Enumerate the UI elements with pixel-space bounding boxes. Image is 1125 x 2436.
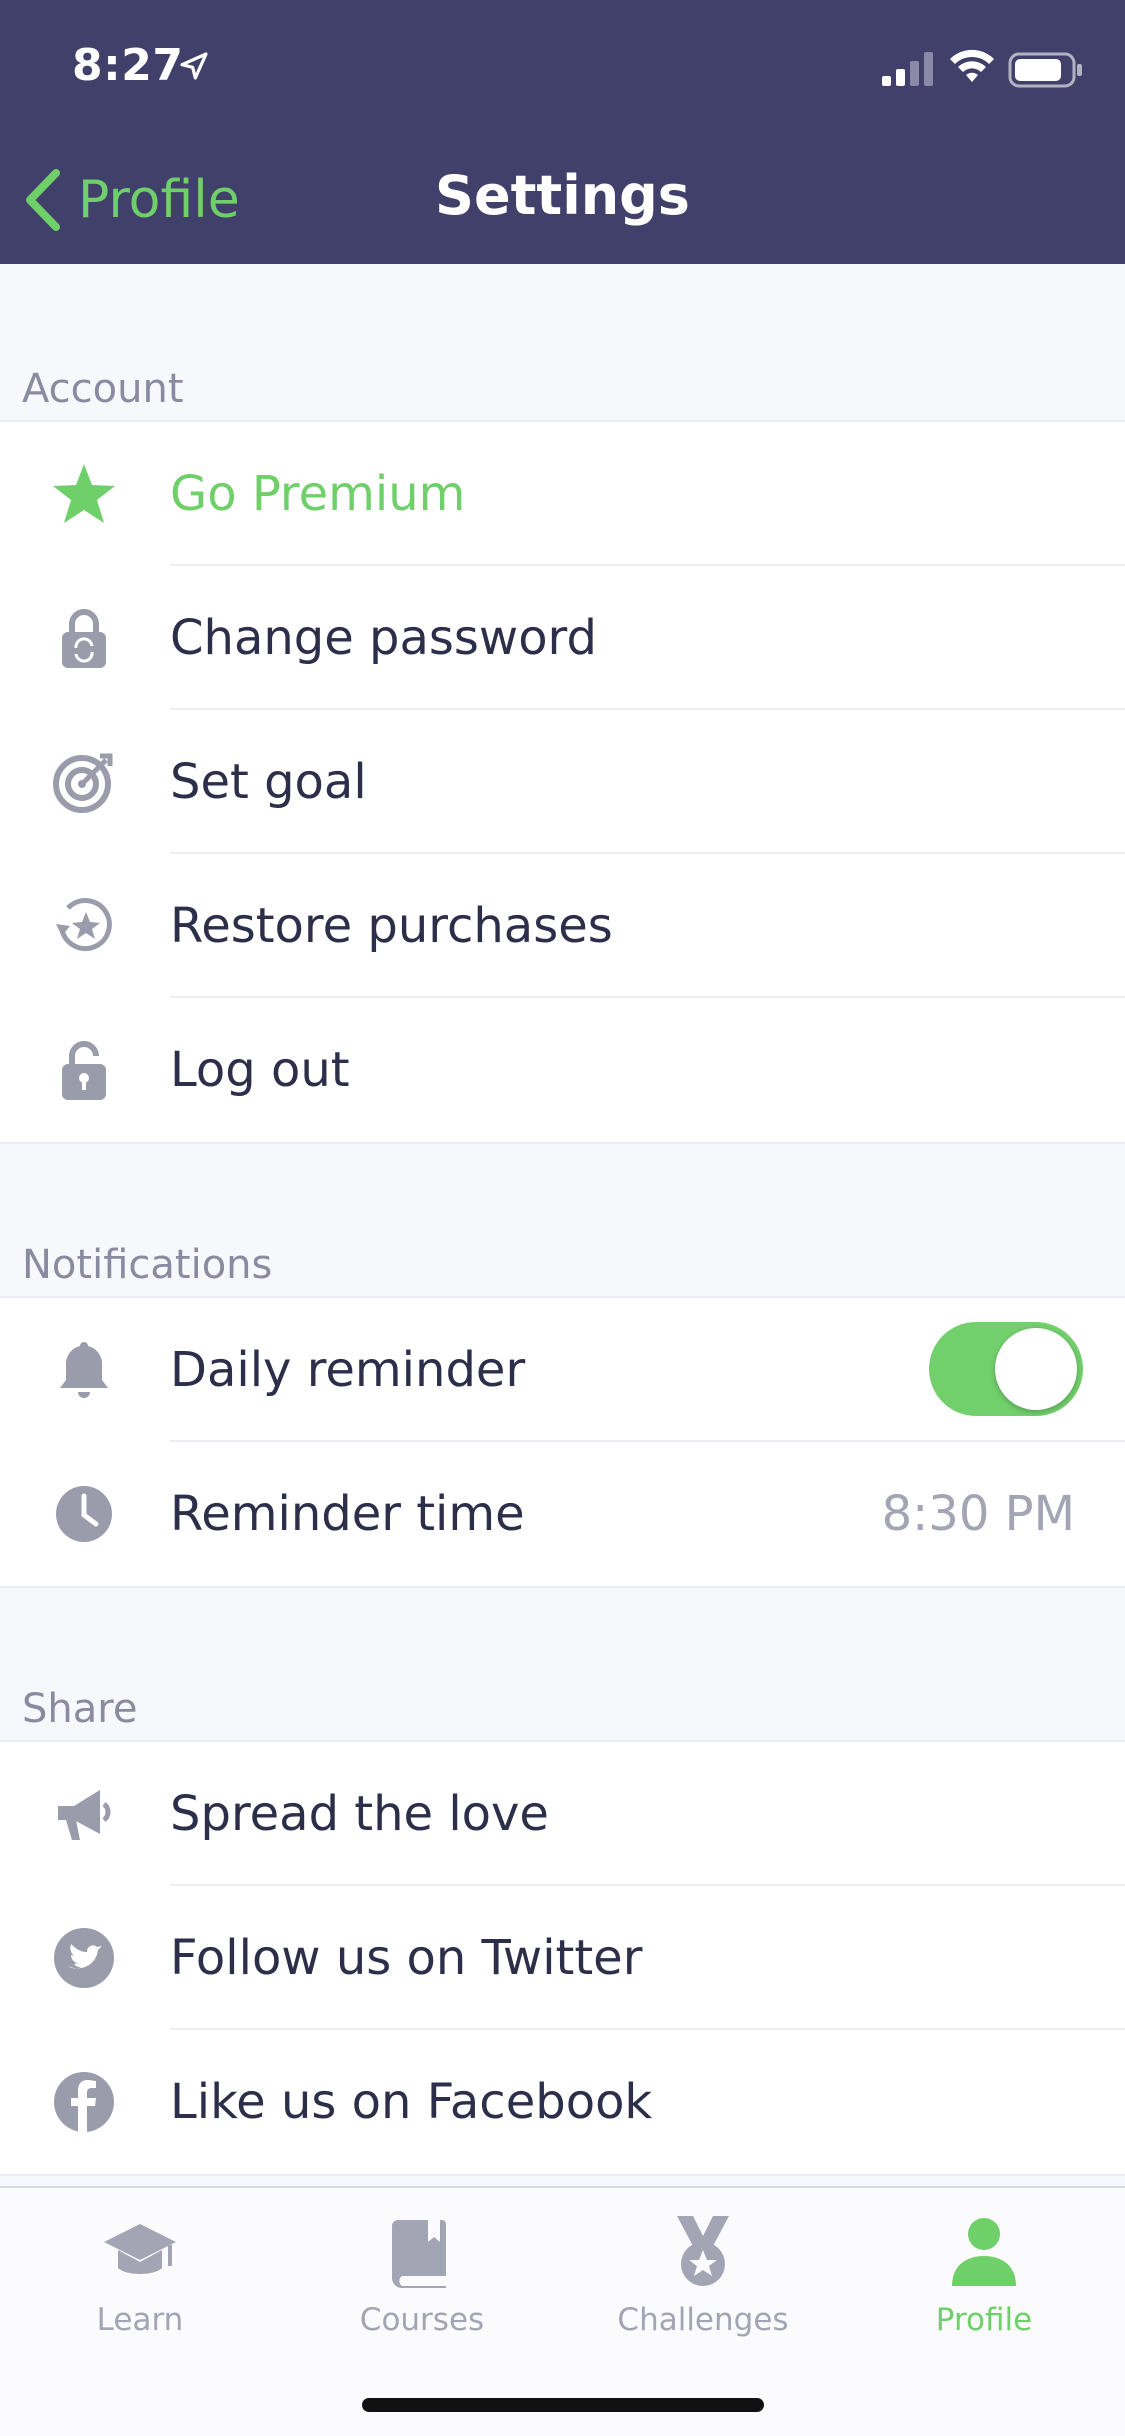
row-label: Reminder time	[170, 1486, 525, 1542]
row-label: Log out	[170, 1042, 350, 1098]
tab-label: Learn	[96, 2302, 184, 2338]
row-spread-the-love[interactable]: Spread the love	[0, 1742, 1125, 1886]
unlock-icon	[44, 1038, 124, 1102]
restore-star-icon	[44, 894, 124, 958]
cellular-signal-icon	[882, 52, 933, 86]
tab-courses[interactable]: Courses	[322, 2212, 522, 2338]
row-log-out[interactable]: Log out	[0, 998, 1125, 1142]
lock-refresh-icon	[44, 606, 124, 670]
row-label: Set goal	[170, 754, 367, 810]
home-indicator	[362, 2398, 764, 2412]
row-reminder-time[interactable]: Reminder time 8:30 PM	[0, 1442, 1125, 1586]
facebook-icon	[44, 2070, 124, 2134]
wifi-icon	[950, 49, 994, 82]
share-group: Spread the love Follow us on Twitter Lik…	[0, 1740, 1125, 2176]
tab-learn[interactable]: Learn	[40, 2212, 240, 2338]
row-like-facebook[interactable]: Like us on Facebook	[0, 2030, 1125, 2174]
battery-icon	[1008, 52, 1082, 88]
section-label-notifications: Notifications	[22, 1242, 273, 1288]
section-label-account: Account	[22, 366, 184, 412]
book-icon	[392, 2220, 446, 2288]
row-go-premium[interactable]: Go Premium	[0, 422, 1125, 566]
row-label: Go Premium	[170, 466, 466, 522]
row-label: Follow us on Twitter	[170, 1930, 643, 1986]
reminder-time-value: 8:30 PM	[881, 1486, 1075, 1542]
clock-icon	[44, 1482, 124, 1546]
tab-profile[interactable]: Profile	[884, 2212, 1084, 2338]
page-title: Settings	[435, 164, 690, 227]
row-follow-twitter[interactable]: Follow us on Twitter	[0, 1886, 1125, 2030]
section-label-share: Share	[22, 1686, 138, 1732]
star-icon	[44, 462, 124, 526]
status-time: 8:27	[72, 40, 184, 91]
notifications-group: Daily reminder Reminder time 8:30 PM	[0, 1296, 1125, 1588]
daily-reminder-toggle[interactable]	[929, 1322, 1083, 1416]
row-label: Change password	[170, 610, 597, 666]
twitter-icon	[44, 1926, 124, 1990]
row-label: Spread the love	[170, 1786, 549, 1842]
graduation-cap-icon	[104, 2224, 176, 2274]
medal-icon	[677, 2216, 729, 2286]
row-change-password[interactable]: Change password	[0, 566, 1125, 710]
row-restore-purchases[interactable]: Restore purchases	[0, 854, 1125, 998]
target-icon	[44, 750, 124, 814]
row-label: Daily reminder	[170, 1342, 526, 1398]
location-arrow-icon	[180, 52, 208, 80]
tab-label: Courses	[359, 2302, 485, 2338]
bell-icon	[44, 1338, 124, 1402]
nav-header: 8:27 Profile Settings	[0, 0, 1125, 264]
row-label: Like us on Facebook	[170, 2074, 653, 2130]
tab-label: Profile	[935, 2302, 1033, 2338]
row-set-goal[interactable]: Set goal	[0, 710, 1125, 854]
tab-challenges[interactable]: Challenges	[603, 2212, 803, 2338]
person-icon	[952, 2218, 1016, 2286]
account-group: Go Premium Change password Set goal Rest…	[0, 420, 1125, 1144]
row-label: Restore purchases	[170, 898, 613, 954]
tab-label: Challenges	[617, 2302, 789, 2338]
toggle-knob	[995, 1328, 1077, 1410]
row-daily-reminder: Daily reminder	[0, 1298, 1125, 1442]
megaphone-icon	[44, 1782, 124, 1846]
